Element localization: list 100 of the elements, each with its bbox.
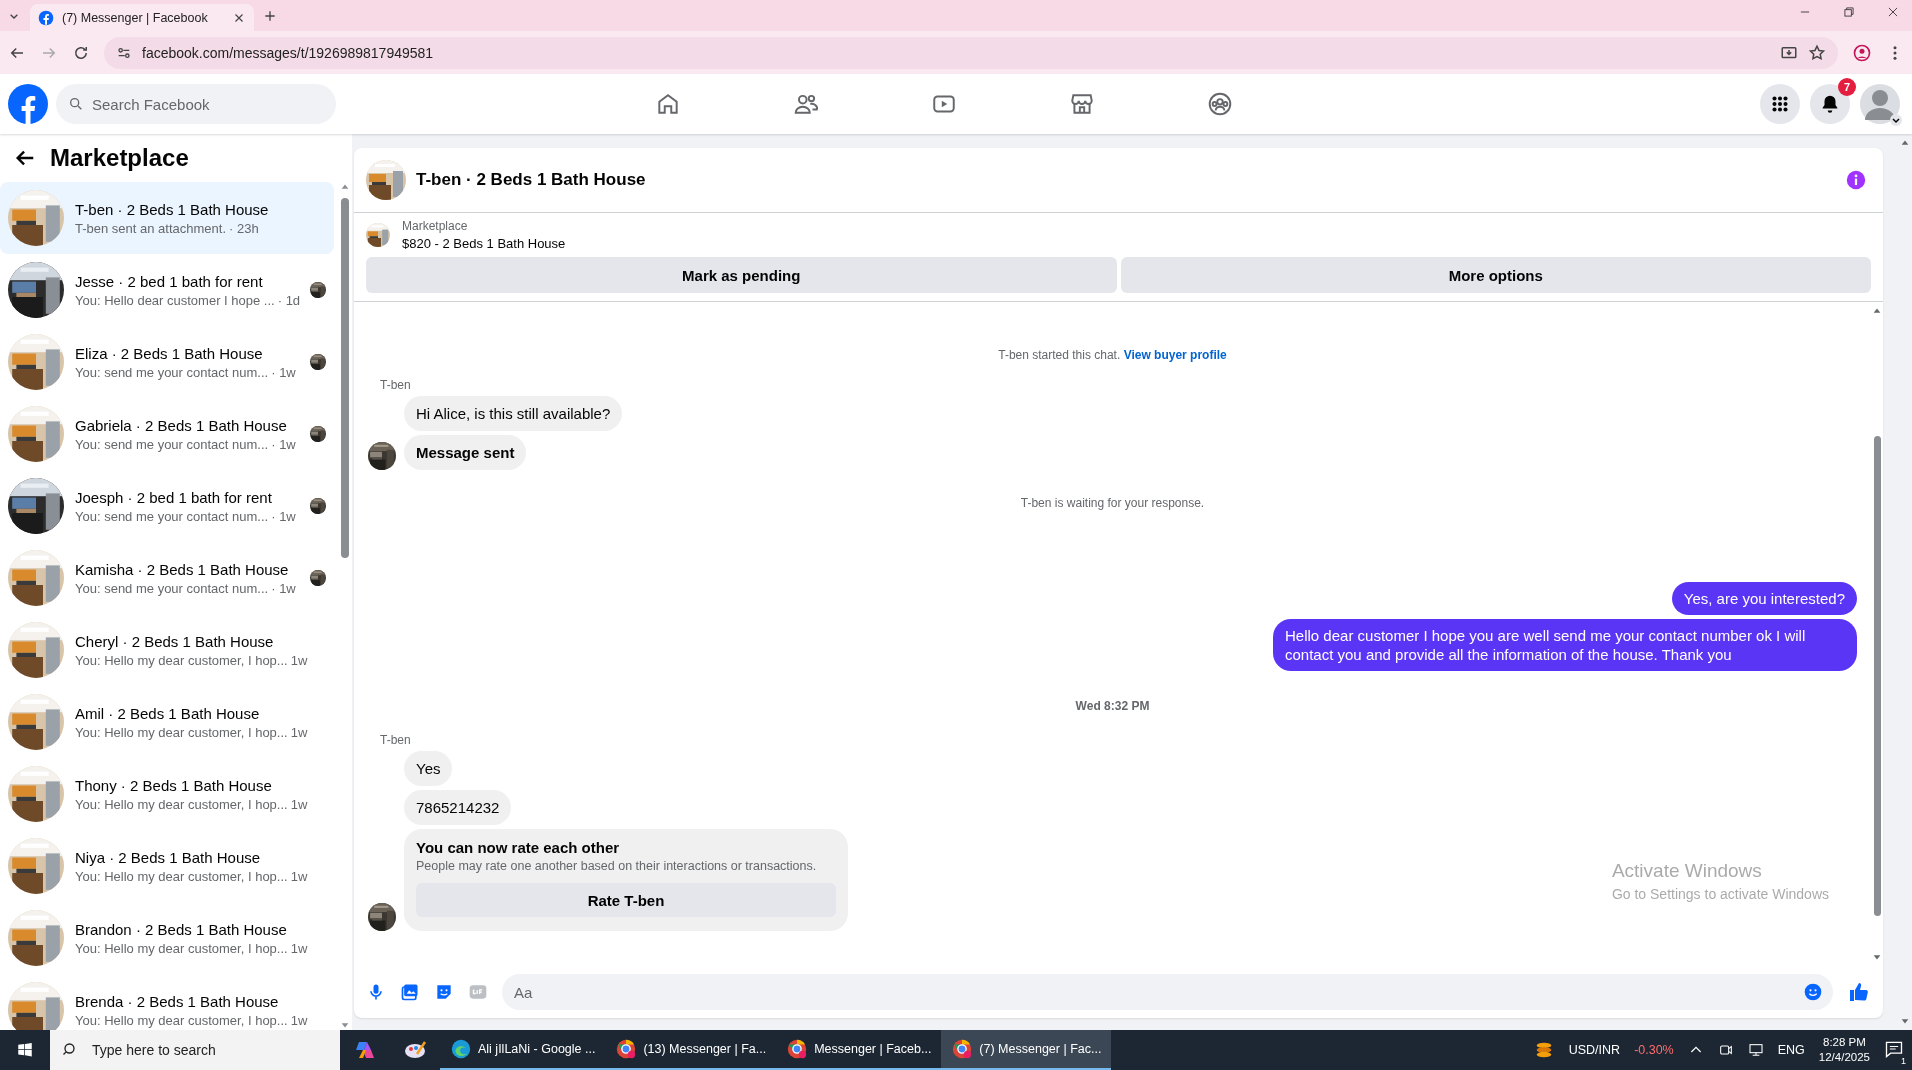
- message-time: · 1w: [271, 508, 296, 524]
- conversation-item[interactable]: Joesph · 2 bed 1 bath for rent You: send me your contact num... · 1w: [0, 470, 334, 542]
- browser-icon: [951, 1038, 974, 1060]
- message-time: 1w: [290, 652, 308, 668]
- info-icon[interactable]: [1845, 169, 1867, 191]
- conversation-item[interactable]: Niya · 2 Beds 1 Bath House You: Hello my dear customer, I hop... 1w: [0, 830, 334, 902]
- language-indicator[interactable]: ENG: [1777, 1043, 1805, 1057]
- timestamp: Wed 8:32 PM: [1075, 699, 1150, 713]
- scroll-up-icon: [340, 182, 350, 192]
- emoji-icon[interactable]: [1803, 982, 1823, 1002]
- windows-icon[interactable]: [16, 1041, 34, 1059]
- message-preview: You: Hello my dear customer, I hop...: [75, 868, 288, 884]
- card-title: You can now rate each other: [416, 839, 621, 856]
- profile-icon[interactable]: [1852, 42, 1872, 63]
- currency-change: -0.30%: [1634, 1043, 1674, 1057]
- conversation-title: Cheryl · 2 Beds 1 Bath House: [75, 632, 275, 650]
- conversation-title: Brandon · 2 Beds 1 Bath House: [75, 920, 288, 938]
- action-button[interactable]: More options: [1120, 257, 1871, 293]
- chat-notice: T-ben started this chat. View buyer profile: [998, 348, 1227, 362]
- message-preview: You: send me your contact num...: [75, 436, 269, 452]
- card-text: People may rate one another based on their interactions or transactions.: [416, 859, 818, 873]
- notifications-button[interactable]: [1810, 84, 1850, 124]
- received-message: 7865214232: [404, 790, 512, 825]
- menu-button[interactable]: [1760, 84, 1800, 124]
- conversation-title: Joesph · 2 bed 1 bath for rent: [75, 488, 273, 506]
- conversation-title: Amil · 2 Beds 1 Bath House: [75, 704, 261, 722]
- conversation-item[interactable]: Cheryl · 2 Beds 1 Bath House You: Hello my dear customer, I hop... 1w: [0, 614, 334, 686]
- conversation-title: Brenda · 2 Beds 1 Bath House: [75, 992, 280, 1010]
- browser-tab[interactable]: (7) Messenger | Facebook: [30, 4, 254, 31]
- message-field[interactable]: Aa: [502, 974, 1833, 1010]
- activation-title: Activate Windows: [1611, 860, 1763, 882]
- message-preview: You: Hello my dear customer, I hop...: [75, 1012, 288, 1028]
- message-time: · 1w: [271, 364, 296, 380]
- conversation-title: Kamisha · 2 Beds 1 Bath House: [75, 560, 290, 578]
- scroll-up-icon: [1872, 306, 1882, 316]
- scroll-up-icon: [1899, 138, 1910, 148]
- address-bar[interactable]: facebook.com/messages/t/1926989817949581: [104, 36, 1838, 69]
- conversation-title: Thony · 2 Beds 1 Bath House: [75, 776, 273, 794]
- grid-icon: [1769, 93, 1791, 115]
- conversation-item[interactable]: Kamisha · 2 Beds 1 Bath House You: send me your contact num... · 1w: [0, 542, 334, 614]
- conversation-item[interactable]: Thony · 2 Beds 1 Bath House You: Hello my dear customer, I hop... 1w: [0, 758, 334, 830]
- rate-button[interactable]: Rate T-ben: [416, 883, 836, 917]
- scroll-down-icon: [1872, 952, 1882, 962]
- browser-icon: [450, 1038, 472, 1060]
- account-avatar[interactable]: [1860, 84, 1900, 124]
- listing-title: $820 - 2 Beds 1 Bath House: [402, 236, 566, 251]
- activation-text: Go to Settings to activate Windows: [1611, 886, 1829, 902]
- shop-icon: [1069, 91, 1095, 117]
- browser-icon: [615, 1038, 638, 1060]
- chat-notice: T-ben is waiting for your response.: [1020, 496, 1205, 510]
- conversation-item[interactable]: Brandon · 2 Beds 1 Bath House You: Hello my dear customer, I hop... 1w: [0, 902, 334, 974]
- chat-title: T-ben · 2 Beds 1 Bath House: [416, 170, 647, 190]
- message-preview: You: send me your contact num...: [75, 508, 269, 524]
- action-button[interactable]: Mark as pending: [366, 257, 1117, 293]
- message-time: 1w: [290, 940, 308, 956]
- taskbar-app[interactable]: (13) Messenger | Fa...: [605, 1030, 777, 1070]
- received-message: Hi Alice, is this still available?: [404, 396, 623, 431]
- message-preview: You: send me your contact num...: [75, 364, 269, 380]
- facebook-logo-icon[interactable]: [8, 84, 48, 124]
- star-icon[interactable]: [1808, 43, 1826, 62]
- conversation-title: Eliza · 2 Beds 1 Bath House: [75, 344, 264, 362]
- conversation-item[interactable]: Eliza · 2 Beds 1 Bath House You: send me your contact num... · 1w: [0, 326, 334, 398]
- conversation-item[interactable]: Jesse · 2 bed 1 bath for rent You: Hello dear customer I hope ... · 1d: [0, 254, 334, 326]
- message-time: 1w: [290, 1012, 308, 1028]
- taskbar-app[interactable]: Ali jIlLaNi - Google ...: [440, 1030, 606, 1070]
- taskbar-search-field[interactable]: Type here to search: [50, 1030, 340, 1070]
- conversation-item[interactable]: Gabriela · 2 Beds 1 Bath House You: send me your contact num... · 1w: [0, 398, 334, 470]
- notification-badge: 7: [1838, 78, 1856, 96]
- message-preview: You: Hello my dear customer, I hop...: [75, 652, 288, 668]
- photo-icon[interactable]: [400, 982, 420, 1002]
- message-time: · 1w: [271, 580, 296, 596]
- sent-message: Yes, are you interested?: [1671, 582, 1857, 615]
- conversation-title: Gabriela · 2 Beds 1 Bath House: [75, 416, 288, 434]
- message-time: 1w: [290, 724, 308, 740]
- sender-name: T-ben: [380, 378, 412, 392]
- message-time: 1w: [290, 796, 308, 812]
- clock[interactable]: 8:28 PM 12/4/2025: [1818, 1035, 1870, 1065]
- conversation-item[interactable]: T-ben · 2 Beds 1 Bath House T-ben sent an attachment. · 23h: [0, 182, 334, 254]
- message-preview: You: Hello my dear customer, I hop...: [75, 796, 288, 812]
- scrollbar-thumb[interactable]: [341, 198, 349, 558]
- message-time: · 1w: [271, 436, 296, 452]
- listing-label: Marketplace: [402, 219, 469, 233]
- like-icon[interactable]: [1847, 980, 1871, 1004]
- search-field[interactable]: Search Facebook: [56, 84, 336, 124]
- conversation-title: T-ben · 2 Beds 1 Bath House: [75, 200, 270, 218]
- facebook-icon[interactable]: [38, 9, 54, 26]
- search-icon[interactable]: [68, 96, 84, 112]
- taskbar-app[interactable]: (7) Messenger | Fac...: [941, 1030, 1112, 1070]
- scrollbar-thumb[interactable]: [1873, 436, 1881, 916]
- network-icon[interactable]: [1747, 1042, 1764, 1058]
- message-preview: You: Hello my dear customer, I hop...: [75, 724, 288, 740]
- buyer-profile-link[interactable]: View buyer profile: [1123, 348, 1227, 362]
- sender-name: T-ben: [380, 733, 412, 747]
- browser-icon: [786, 1038, 809, 1060]
- conversation-item[interactable]: Amil · 2 Beds 1 Bath House You: Hello my dear customer, I hop... 1w: [0, 686, 334, 758]
- sticker-icon[interactable]: [434, 982, 454, 1002]
- caret-icon: [1890, 114, 1902, 126]
- restore-icon[interactable]: [1842, 4, 1856, 19]
- conversation-title: Jesse · 2 bed 1 bath for rent: [75, 272, 264, 290]
- message-time: · 23h: [229, 220, 259, 236]
